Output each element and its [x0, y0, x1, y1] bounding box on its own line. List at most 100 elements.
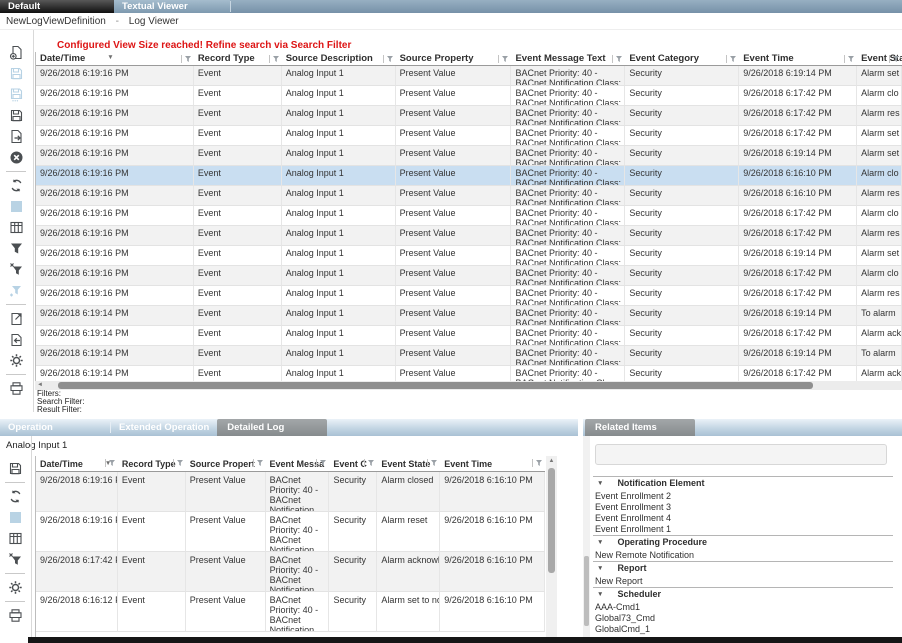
column-filter-icon[interactable] [105, 459, 116, 467]
table-row[interactable]: 9/26/2018 6:19:14 PMEventAnalog Input 1P… [36, 346, 902, 366]
table-row[interactable]: 9/26/2018 6:19:16 PMEventAnalog Input 1P… [36, 266, 902, 286]
clear-filter-icon[interactable] [4, 549, 26, 570]
column-header-event-c[interactable]: Event C [329, 456, 377, 471]
related-scrollbar-thumb[interactable] [584, 556, 589, 626]
tab-related-items[interactable]: Related Items [585, 419, 695, 436]
related-group-header[interactable]: ▼Operating Procedure [593, 535, 893, 550]
column-header-record-type[interactable]: Record Type [194, 52, 282, 65]
table-row[interactable]: 9/26/2018 6:19:16 PMEventPresent ValueBA… [36, 472, 545, 512]
column-filter-icon[interactable] [364, 459, 375, 467]
table-row[interactable]: 9/26/2018 6:16:12 PMEventPresent ValueBA… [36, 592, 545, 632]
collapse-triangle-icon[interactable]: ▼ [597, 589, 603, 601]
scroll-up-arrow[interactable]: ▲ [546, 456, 557, 466]
table-row[interactable]: 9/26/2018 6:19:16 PMEventAnalog Input 1P… [36, 86, 902, 106]
table-row[interactable]: 9/26/2018 6:19:16 PMEventAnalog Input 1P… [36, 186, 902, 206]
save-definition-icon[interactable] [5, 105, 27, 126]
print-icon[interactable] [5, 378, 27, 399]
column-filter-icon[interactable] [269, 55, 280, 63]
print-icon[interactable] [4, 605, 26, 626]
collapse-triangle-icon[interactable]: ▼ [597, 563, 603, 575]
export-log-icon[interactable] [5, 126, 27, 147]
clear-filter-icon[interactable] [5, 259, 27, 280]
column-filter-icon[interactable] [889, 55, 900, 63]
settings-icon[interactable] [5, 350, 27, 371]
related-item[interactable]: Event Enrollment 4 [593, 513, 893, 524]
column-header-source-description[interactable]: Source Description [282, 52, 396, 65]
horizontal-scrollbar[interactable]: ◄ [35, 381, 902, 390]
column-filter-icon[interactable] [427, 459, 438, 467]
column-header-event-message-text[interactable]: Event Message Text [511, 52, 625, 65]
related-group-header[interactable]: ▼Notification Element [593, 476, 893, 491]
refresh-icon[interactable] [4, 486, 26, 507]
table-row[interactable]: 9/26/2018 6:17:42 PMEventPresent ValueBA… [36, 552, 545, 592]
tab-textual-viewer[interactable]: Textual Viewer [114, 0, 230, 13]
column-filter-icon[interactable] [612, 55, 623, 63]
table-row[interactable]: 9/26/2018 6:19:16 PMEventPresent ValueBA… [36, 512, 545, 552]
table-row[interactable]: 9/26/2018 6:19:16 PMEventAnalog Input 1P… [36, 226, 902, 246]
related-group-header[interactable]: ▼Report [593, 561, 893, 576]
grid-view-icon[interactable] [4, 528, 26, 549]
related-group-header[interactable]: ▼Scheduler [593, 587, 893, 602]
breadcrumb-definition[interactable]: NewLogViewDefinition [6, 16, 106, 27]
table-row[interactable]: 9/26/2018 6:19:16 PMEventAnalog Input 1P… [36, 206, 902, 226]
related-items-scrollbar[interactable] [583, 436, 590, 637]
detail-vertical-scrollbar[interactable]: ▲ [546, 456, 557, 637]
table-row[interactable]: 9/26/2018 6:19:16 PMEventAnalog Input 1P… [36, 146, 902, 166]
column-filter-icon[interactable] [181, 55, 192, 63]
column-filter-icon[interactable] [498, 55, 509, 63]
breadcrumb-log-viewer[interactable]: Log Viewer [129, 16, 179, 27]
column-header-source-propert[interactable]: Source Propert [186, 456, 266, 471]
import-file-icon[interactable] [5, 329, 27, 350]
tab-default[interactable]: Default [0, 0, 114, 13]
tab-extended-operation[interactable]: Extended Operation [111, 419, 217, 436]
column-header-event-state[interactable]: Event State [377, 456, 440, 471]
column-header-date-time[interactable]: Date/Time▼ [36, 456, 118, 471]
related-item[interactable]: New Report [593, 576, 893, 587]
column-header-date-time[interactable]: Date/Time▼ [36, 52, 194, 65]
table-row[interactable]: 9/26/2018 6:19:14 PMEventAnalog Input 1P… [36, 326, 902, 346]
detail-scrollbar-thumb[interactable] [548, 468, 555, 573]
related-item[interactable]: Event Enrollment 1 [593, 524, 893, 535]
export-file-icon[interactable] [5, 308, 27, 329]
settings-icon[interactable] [4, 577, 26, 598]
table-row[interactable]: 9/26/2018 6:19:16 PMEventAnalog Input 1P… [36, 106, 902, 126]
tab-detailed-log[interactable]: Detailed Log [217, 419, 327, 436]
column-filter-icon[interactable] [726, 55, 737, 63]
column-header-event-category[interactable]: Event Category [625, 52, 739, 65]
refresh-icon[interactable] [5, 175, 27, 196]
column-header-record-type[interactable]: Record Type [118, 456, 186, 471]
column-header-source-property[interactable]: Source Property [396, 52, 512, 65]
table-row[interactable]: 9/26/2018 6:19:14 PMEventAnalog Input 1P… [36, 306, 902, 326]
new-definition-icon[interactable] [5, 42, 27, 63]
table-row[interactable]: 9/26/2018 6:19:16 PMEventAnalog Input 1P… [36, 66, 902, 86]
save-icon[interactable] [4, 458, 26, 479]
filter-icon[interactable] [5, 238, 27, 259]
table-row[interactable]: 9/26/2018 6:19:16 PMEventAnalog Input 1P… [36, 166, 902, 186]
column-filter-icon[interactable] [844, 55, 855, 63]
column-filter-icon[interactable] [383, 55, 394, 63]
horizontal-scrollbar-thumb[interactable] [58, 382, 813, 389]
grid-view-icon[interactable] [5, 217, 27, 238]
column-header-event-state[interactable]: Event State [857, 52, 902, 65]
column-filter-icon[interactable] [316, 459, 327, 467]
column-header-event-time[interactable]: Event Time [440, 456, 545, 471]
related-item[interactable]: Global73_Cmd [593, 613, 893, 624]
collapse-triangle-icon[interactable]: ▼ [597, 537, 603, 549]
related-item[interactable]: GlobalCmd_1 [593, 624, 893, 635]
related-item[interactable]: New Remote Notification [593, 550, 893, 561]
column-header-event-time[interactable]: Event Time [739, 52, 857, 65]
column-header-event-messa[interactable]: Event Messa [266, 456, 330, 471]
table-row[interactable]: 9/26/2018 6:19:14 PMEventAnalog Input 1P… [36, 366, 902, 381]
column-filter-icon[interactable] [532, 459, 543, 467]
table-row[interactable]: 9/26/2018 6:19:16 PMEventAnalog Input 1P… [36, 126, 902, 146]
column-filter-icon[interactable] [173, 459, 184, 467]
tab-operation[interactable]: Operation [0, 419, 110, 436]
delete-icon[interactable] [5, 147, 27, 168]
related-item[interactable]: AAA-Cmd1 [593, 602, 893, 613]
table-row[interactable]: 9/26/2018 6:19:16 PMEventAnalog Input 1P… [36, 286, 902, 306]
related-item[interactable]: Event Enrollment 3 [593, 502, 893, 513]
related-item[interactable]: Event Enrollment 2 [593, 491, 893, 502]
table-row[interactable]: 9/26/2018 6:19:16 PMEventAnalog Input 1P… [36, 246, 902, 266]
collapse-triangle-icon[interactable]: ▼ [597, 478, 603, 490]
column-filter-icon[interactable] [253, 459, 264, 467]
